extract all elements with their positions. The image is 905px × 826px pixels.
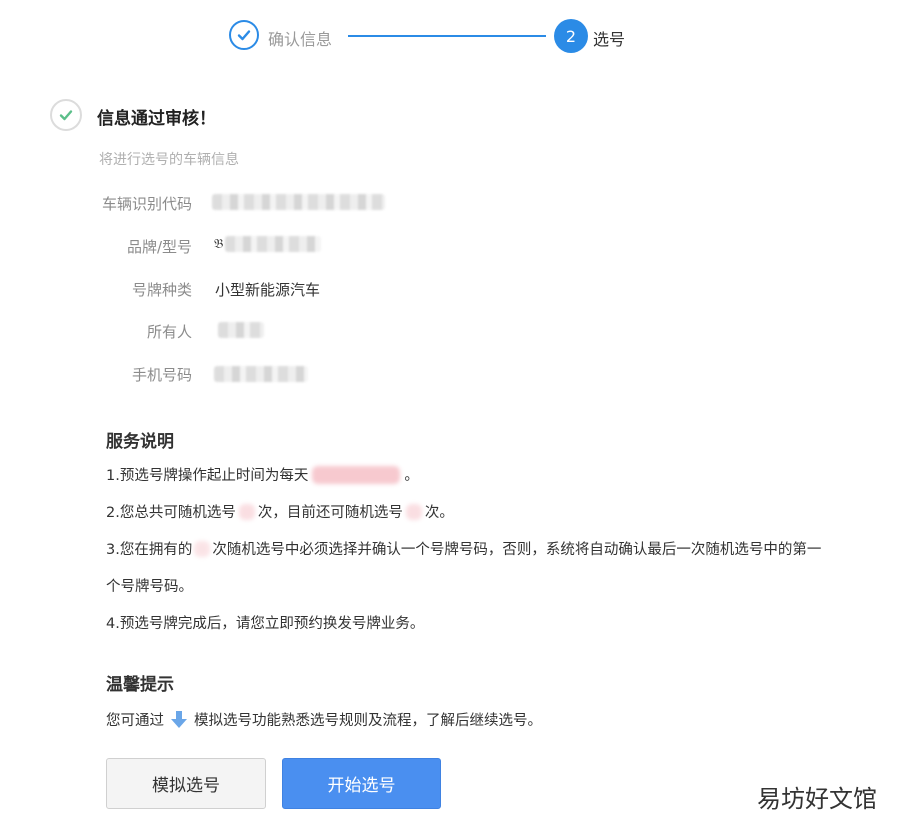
service-title: 服务说明 [106,432,174,452]
service-line-2: 2.您总共可随机选号 次，目前还可随机选号 次。 [106,501,454,522]
service-line-3-text-a: 3.您在拥有的 [106,542,193,558]
arrow-down-icon [171,710,187,728]
service-line-1: 1.预选号牌操作起止时间为每天 。 [106,464,419,485]
tips-text-a: 您可通过 [106,713,164,729]
plate-type-value: 小型新能源汽车 [215,281,321,299]
brand-value: 𝔅 [214,236,322,252]
tips-title: 温馨提示 [106,675,174,695]
phone-value-redacted [214,366,308,386]
brand-label: 品牌/型号 [126,238,192,256]
owner-value-redacted [218,322,264,342]
vin-value-redacted [212,194,385,214]
step1-label: 确认信息 [268,30,333,49]
service-line-1-end: 。 [404,468,419,484]
page-subtitle: 将进行选号的车辆信息 [99,152,239,168]
step2-indicator: 2 [554,19,588,53]
brand-redacted [225,236,322,252]
service-line-2-text-a: 2.您总共可随机选号 [106,505,236,521]
remaining-count-redacted [405,503,422,520]
service-line-2-text-c: 次。 [424,505,454,521]
simulate-selection-button[interactable]: 模拟选号 [106,758,266,809]
start-selection-button[interactable]: 开始选号 [282,758,441,809]
phone-label: 手机号码 [131,366,192,384]
plate-type-label: 号牌种类 [131,281,192,299]
watermark: 易坊好文馆 [757,785,877,813]
time-redacted [312,465,401,484]
count-redacted [194,540,211,557]
tips-text-b: 模拟选号功能熟悉选号规则及流程，了解后继续选号。 [194,713,542,729]
step2-label: 选号 [593,30,626,49]
service-line-3-text-b: 次随机选号中必须选择并确认一个号牌号码，否则，系统将自动确认最后一次随机选号中的… [212,542,822,558]
check-icon [59,110,73,121]
vin-label: 车辆识别代码 [101,195,192,213]
check-icon [237,30,251,41]
service-line-3: 3.您在拥有的 次随机选号中必须选择并确认一个号牌号码，否则，系统将自动确认最后… [106,538,821,559]
total-count-redacted [238,503,255,520]
owner-label: 所有人 [146,323,192,341]
service-line-3-cont: 个号牌号码。 [106,579,193,595]
brand-prefix: 𝔅 [214,236,224,252]
step1-done-indicator [229,20,259,50]
step-connector [348,35,546,37]
approved-icon [50,99,82,131]
tips-text: 您可通过 模拟选号功能熟悉选号规则及流程，了解后继续选号。 [106,709,542,730]
page-title: 信息通过审核！ [97,109,216,129]
service-line-1-text: 1.预选号牌操作起止时间为每天 [106,468,309,484]
service-line-4: 4.预选号牌完成后，请您立即预约换发号牌业务。 [106,616,425,632]
service-line-2-text-b: 次，目前还可随机选号 [257,505,403,521]
